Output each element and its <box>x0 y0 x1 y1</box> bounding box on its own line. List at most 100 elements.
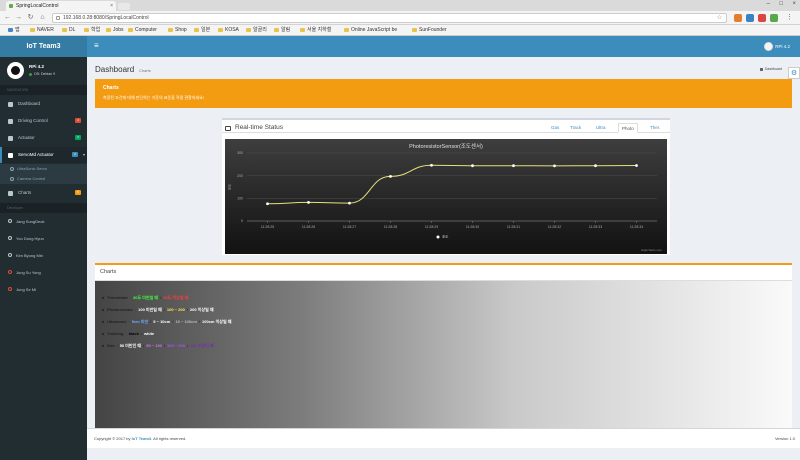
sidebar-item-driving-control[interactable]: Driving Control 4 <box>0 113 87 129</box>
legend-row: Ultrasonic:5cm 미만/5 ~ 10cm/10 ~ 100cm/10… <box>102 319 233 325</box>
x-tick-label: 11:28:26 <box>302 225 315 229</box>
bookmark-item[interactable]: Jobs <box>106 27 124 34</box>
sidebar-person[interactable]: Jung Su Yong <box>0 267 87 278</box>
separator: : <box>125 331 127 336</box>
callout-title: Charts <box>103 85 119 91</box>
dashboard-icon <box>8 102 13 107</box>
callout-warning: Charts 측정된 조건에 대해 판단하는 기준의 표준을 적절 관찰하세요! <box>95 79 792 108</box>
bookmark-item[interactable]: KOSA <box>218 27 239 34</box>
sidebar-person[interactable]: Kim Byung Min <box>0 250 87 261</box>
sidebar-subitem-camera-control[interactable]: Camera Control <box>0 174 87 184</box>
extension-icon[interactable] <box>770 14 778 22</box>
footer-brand-link[interactable]: IoT Team3 <box>132 436 152 441</box>
x-tick-label: 11:28:30 <box>466 225 479 229</box>
forward-icon[interactable]: → <box>14 13 23 23</box>
bookmark-star-icon[interactable]: ☆ <box>717 14 722 23</box>
bars-icon[interactable]: ≡ <box>94 42 99 50</box>
tab-track[interactable]: Track <box>567 123 584 133</box>
sidebar-item-label: Actuator <box>18 135 35 140</box>
browser-tab[interactable]: SpringLocalControl × <box>6 1 116 11</box>
browser-tab-title: SpringLocalControl <box>16 3 59 9</box>
new-tab-button[interactable] <box>118 3 130 10</box>
tab-ther[interactable]: Ther. <box>647 123 663 133</box>
tab-photo[interactable]: Photo <box>618 123 638 133</box>
bookmark-item[interactable]: Shop <box>168 27 187 34</box>
bullet-icon <box>102 309 104 311</box>
bookmark-item[interactable]: 알골리 <box>246 27 267 34</box>
tab-gas[interactable]: Gas <box>548 123 562 133</box>
data-point <box>307 201 310 204</box>
sidebar-item-servomd-actuator[interactable]: ServoMd Actuator 2 ▾ <box>0 147 87 163</box>
copyright: Copyright © 2017 by IoT Team3. All right… <box>94 436 186 441</box>
data-point <box>471 164 474 168</box>
bookmark-item[interactable]: 서울 지하철 <box>300 27 331 34</box>
gear-icon <box>8 136 13 141</box>
legend-range: 100 ~ 200 <box>166 307 185 312</box>
bookmark-item[interactable]: DL <box>62 27 75 34</box>
chart-icon <box>8 191 13 196</box>
avatar <box>7 62 24 79</box>
screen: SpringLocalControl × – □ × ← → ↻ ⌂ 192.1… <box>0 0 800 460</box>
bookmark-item[interactable]: 일본 <box>194 27 210 34</box>
legend-row: Gas:50 미만인 때/50 ~ 100/100 ~ 200/200 이상인 … <box>102 343 216 349</box>
nav-header: NAVIGATION <box>0 85 87 95</box>
tab-ultra[interactable]: Ultra <box>593 123 609 133</box>
bookmark-item[interactable]: NAVER <box>30 27 54 34</box>
bookmark-item[interactable]: 알림 <box>274 27 290 34</box>
top-user-menu[interactable]: RPi 4.2 <box>764 42 790 51</box>
photoresistor-chart: PhotoresistorSensor(조도센서) 조도 0 100 200 300 11:… <box>225 139 667 254</box>
legend-range: 30도 미만일 때 <box>133 295 159 300</box>
sidebar-person[interactable]: Yoo Dong Hyun <box>0 233 87 244</box>
version: Version 1.0 <box>774 436 795 441</box>
bookmark-item[interactable]: 학업 <box>84 27 100 34</box>
legend-row-label: Gas <box>107 343 115 348</box>
user-status: OS: Debian 9 <box>29 72 55 76</box>
sidebar-item-dashboard[interactable]: Dashboard <box>0 96 87 112</box>
legend-row-label: Thermistor <box>107 295 128 300</box>
gear-icon[interactable]: ⚙ <box>788 67 800 79</box>
legend-range: 5 ~ 10cm <box>153 319 171 324</box>
user-panel: RPi 4.2 OS: Debian 9 <box>0 57 87 85</box>
separator: / <box>172 319 174 324</box>
extension-icon[interactable] <box>746 14 754 22</box>
sidebar-person[interactable]: Jung Se Mi <box>0 284 87 295</box>
minimize-icon[interactable]: – <box>767 1 770 7</box>
maximize-icon[interactable]: □ <box>779 1 783 7</box>
url-input[interactable]: 192.168.0.28:8080/SpringLocalControl ☆ <box>52 13 727 23</box>
legend-row-label: Photoresistor <box>107 307 134 312</box>
legend-row: Thermistor:30도 미만일 때/30도 이상일 때 <box>102 295 190 301</box>
reload-icon[interactable]: ↻ <box>26 13 35 23</box>
breadcrumb[interactable]: Dashboard <box>759 67 782 71</box>
back-icon[interactable]: ← <box>3 13 12 23</box>
sidebar-person[interactable]: Jang SungDeok <box>0 216 87 227</box>
person-name: Jung Se Mi <box>16 287 37 292</box>
x-tick-label: 11:28:27 <box>343 225 356 229</box>
close-tab-icon[interactable]: × <box>110 1 113 11</box>
browser-menu-icon[interactable]: ⋮ <box>785 13 794 23</box>
bookmark-item[interactable]: Online JavaScript be <box>344 27 397 34</box>
car-icon <box>8 119 13 124</box>
bookmark-item[interactable]: 앱 <box>8 27 20 34</box>
home-icon[interactable]: ⌂ <box>38 13 47 23</box>
window-close-icon[interactable]: × <box>792 1 796 7</box>
bookmark-item[interactable]: Computer <box>128 27 157 34</box>
separator: : <box>128 319 130 324</box>
realtime-title: Real-time Status <box>235 124 284 131</box>
legend-marker <box>436 235 440 239</box>
legend-range: 5cm 미만 <box>131 319 149 324</box>
app-logo[interactable]: IoT Team3 <box>0 36 87 57</box>
extension-icon[interactable] <box>734 14 742 22</box>
data-point <box>266 202 269 206</box>
count-badge: 3 <box>75 135 81 140</box>
extension-icon[interactable] <box>758 14 766 22</box>
sidebar-item-actuator[interactable]: Actuator 3 <box>0 130 87 146</box>
sidebar-item-charts[interactable]: Charts 5 <box>0 185 87 201</box>
legend-range: 10 ~ 100cm <box>175 319 197 324</box>
sidebar-subitem-ultrasonic-servo[interactable]: UltraSonic Servo <box>0 164 87 174</box>
legend-range: 100cm 이상일 때 <box>202 319 232 324</box>
inbox-icon <box>225 126 231 131</box>
bookmark-item[interactable]: SunFounder <box>412 27 447 34</box>
x-tick-label: 11:28:25 <box>261 225 274 229</box>
top-user-name: RPi 4.2 <box>775 44 790 49</box>
person-name: Jung Su Yong <box>16 270 41 275</box>
